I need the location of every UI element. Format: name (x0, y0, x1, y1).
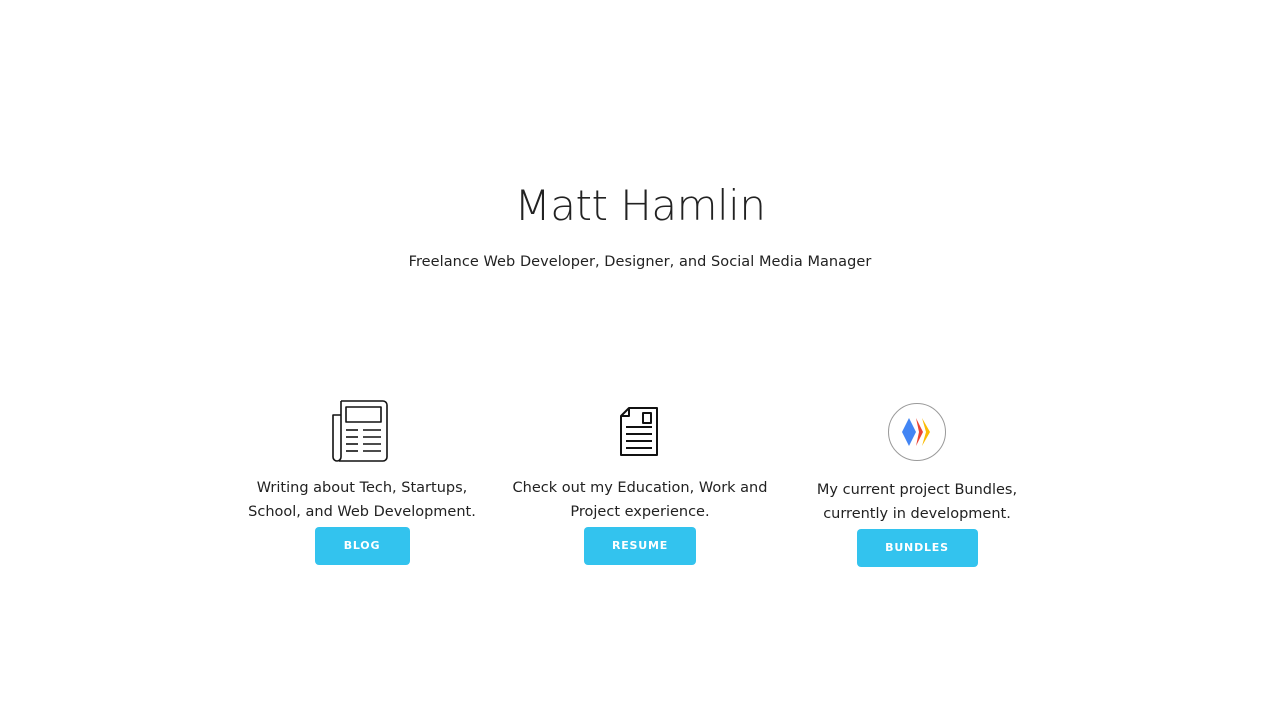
resume-button[interactable]: RESUME (584, 527, 696, 565)
resume-section: Check out my Education, Work and Project… (510, 398, 770, 565)
document-icon (620, 407, 658, 456)
tagline: Freelance Web Developer, Designer, and S… (408, 254, 872, 270)
resume-description: Check out my Education, Work and Project… (512, 480, 768, 520)
bundles-description: My current project Bundles, currently in… (816, 482, 1018, 522)
bundles-button[interactable]: BUNDLES (856, 529, 978, 567)
newspaper-icon (332, 400, 388, 462)
bundles-logo-icon (888, 403, 946, 461)
page-title: Matt Hamlin (514, 181, 766, 230)
blog-description: Writing about Tech, Startups, School, an… (248, 480, 476, 520)
blog-section: Writing about Tech, Startups, School, an… (232, 398, 492, 565)
landing-page: Matt Hamlin Freelance Web Developer, Des… (0, 0, 1280, 728)
blog-button[interactable]: BLOG (314, 527, 410, 565)
hero-section: Matt Hamlin Freelance Web Developer, Des… (0, 180, 1280, 270)
bundles-section: My current project Bundles, currently in… (787, 398, 1047, 567)
